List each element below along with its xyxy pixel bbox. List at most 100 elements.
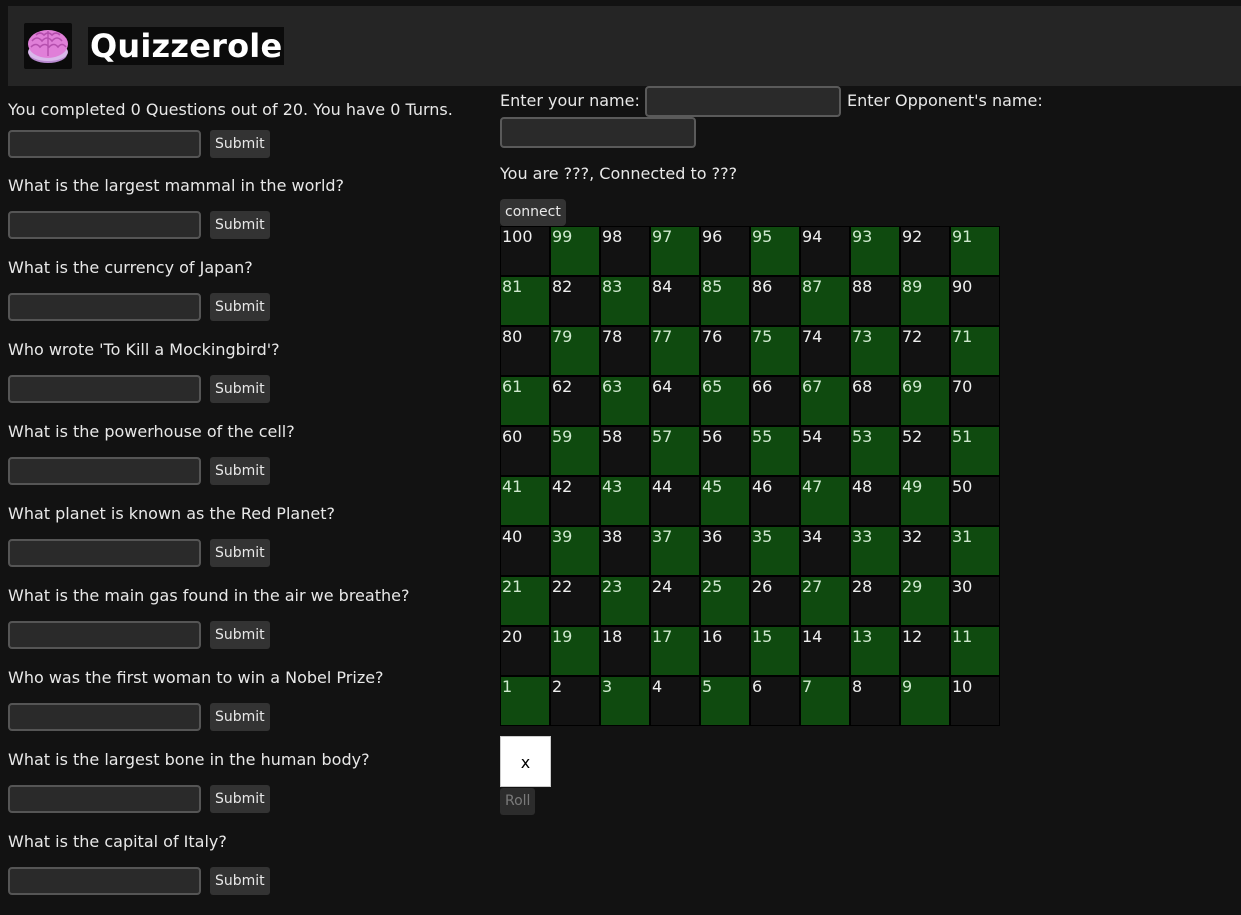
roll-button[interactable]: Roll [500, 788, 536, 815]
board-cell: 22 [550, 576, 600, 626]
answer-input[interactable] [8, 539, 201, 567]
question-label: What is the largest bone in the human bo… [8, 750, 370, 769]
board-cell: 68 [850, 376, 900, 426]
board-cell: 93 [850, 226, 900, 276]
name-label: Enter your name: [500, 91, 640, 110]
board-cell: 70 [950, 376, 1000, 426]
submit-answer-button[interactable]: Submit [210, 539, 270, 567]
dice-display: x [500, 736, 551, 787]
board-cell: 88 [850, 276, 900, 326]
board-cell: 53 [850, 426, 900, 476]
board-cell: 10 [950, 676, 1000, 726]
answer-input[interactable] [8, 375, 201, 403]
submit-answer-button[interactable]: Submit [210, 867, 270, 895]
board-cell: 73 [850, 326, 900, 376]
answer-input[interactable] [8, 457, 201, 485]
submit-answer-button[interactable]: Submit [210, 703, 270, 731]
connect-button[interactable]: connect [500, 199, 566, 226]
board-cell: 26 [750, 576, 800, 626]
board-cell: 72 [900, 326, 950, 376]
opponent-name-input[interactable] [500, 117, 696, 148]
answer-input[interactable] [8, 211, 201, 239]
board-cell: 95 [750, 226, 800, 276]
board-cell: 65 [700, 376, 750, 426]
brain-icon [24, 23, 72, 69]
board-cell: 52 [900, 426, 950, 476]
board-cell: 86 [750, 276, 800, 326]
board-cell: 17 [650, 626, 700, 676]
board-cell: 78 [600, 326, 650, 376]
board-cell: 91 [950, 226, 1000, 276]
submit-answer-button[interactable]: Submit [210, 457, 270, 485]
board-cell: 43 [600, 476, 650, 526]
question-label: What is the currency of Japan? [8, 258, 253, 277]
board-cell: 75 [750, 326, 800, 376]
board-cell: 21 [500, 576, 550, 626]
board-cell: 20 [500, 626, 550, 676]
board-cell: 77 [650, 326, 700, 376]
board-cell: 42 [550, 476, 600, 526]
board-cell: 49 [900, 476, 950, 526]
board-cell: 16 [700, 626, 750, 676]
board-cell: 100 [500, 226, 550, 276]
board-cell: 54 [800, 426, 850, 476]
board-cell: 12 [900, 626, 950, 676]
board-cell: 87 [800, 276, 850, 326]
board-cell: 74 [800, 326, 850, 376]
game-board: 100 99 98 97 96 95 94 93 92 91 81 82 83 84 85 86 87 88 89 9… [500, 226, 1000, 726]
board-cell: 57 [650, 426, 700, 476]
board-cell: 48 [850, 476, 900, 526]
submit-answer-button[interactable]: Submit [210, 375, 270, 403]
answer-input[interactable] [8, 703, 201, 731]
board-cell: 81 [500, 276, 550, 326]
answer-input[interactable] [8, 621, 201, 649]
name-input[interactable] [645, 86, 841, 117]
connection-status-text: You are ???, Connected to ??? [500, 164, 738, 183]
board-cell: 19 [550, 626, 600, 676]
board-cell: 62 [550, 376, 600, 426]
board-cell: 76 [700, 326, 750, 376]
board-cell: 32 [900, 526, 950, 576]
board-cell: 34 [800, 526, 850, 576]
board-cell: 59 [550, 426, 600, 476]
board-cell: 79 [550, 326, 600, 376]
board-cell: 36 [700, 526, 750, 576]
board-cell: 97 [650, 226, 700, 276]
answer-input[interactable] [8, 130, 201, 158]
answer-input[interactable] [8, 785, 201, 813]
submit-answer-button[interactable]: Submit [210, 621, 270, 649]
board-cell: 55 [750, 426, 800, 476]
board-cell: 35 [750, 526, 800, 576]
board-cell: 8 [850, 676, 900, 726]
board-cell: 83 [600, 276, 650, 326]
board-cell: 27 [800, 576, 850, 626]
board-cell: 99 [550, 226, 600, 276]
board-cell: 58 [600, 426, 650, 476]
board-cell: 71 [950, 326, 1000, 376]
board-cell: 28 [850, 576, 900, 626]
board-cell: 3 [600, 676, 650, 726]
answer-input[interactable] [8, 867, 201, 895]
board-cell: 96 [700, 226, 750, 276]
board-cell: 47 [800, 476, 850, 526]
board-cell: 51 [950, 426, 1000, 476]
answer-input[interactable] [8, 293, 201, 321]
board-cell: 63 [600, 376, 650, 426]
submit-answer-button[interactable]: Submit [210, 785, 270, 813]
app-header: Quizzerole [8, 6, 1241, 86]
board-cell: 38 [600, 526, 650, 576]
board-cell: 98 [600, 226, 650, 276]
opponent-name-label: Enter Opponent's name: [847, 91, 1043, 110]
board-cell: 2 [550, 676, 600, 726]
board-cell: 66 [750, 376, 800, 426]
board-cell: 56 [700, 426, 750, 476]
submit-answer-button[interactable]: Submit [210, 211, 270, 239]
question-label: What is the capital of Italy? [8, 832, 227, 851]
board-cell: 61 [500, 376, 550, 426]
board-cell: 67 [800, 376, 850, 426]
submit-answer-button[interactable]: Submit [210, 293, 270, 321]
submit-answer-button[interactable]: Submit [210, 130, 270, 158]
question-label: What is the main gas found in the air we… [8, 586, 410, 605]
question-label: Who was the first woman to win a Nobel P… [8, 668, 384, 687]
board-cell: 60 [500, 426, 550, 476]
